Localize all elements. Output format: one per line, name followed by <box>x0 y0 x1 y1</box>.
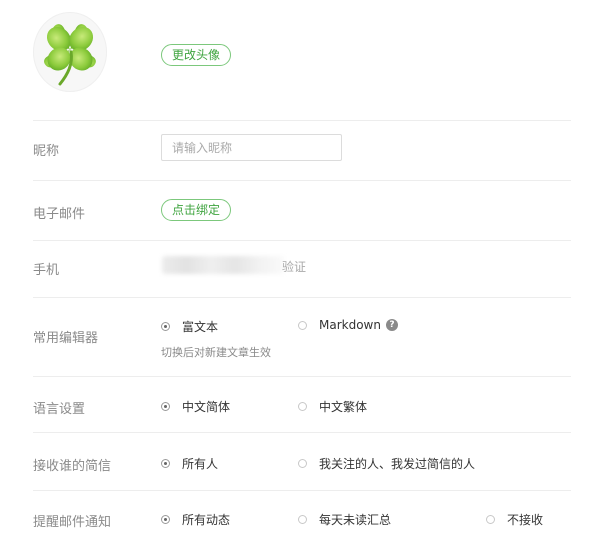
divider <box>33 490 571 491</box>
divider <box>33 240 571 241</box>
messages-label: 接收谁的简信 <box>33 459 112 474</box>
notify-option-none[interactable]: 不接收 <box>486 511 543 528</box>
radio-checked-icon <box>161 402 170 411</box>
editor-option-markdown[interactable]: Markdown ? <box>298 318 398 332</box>
radio-label: 所有动态 <box>182 513 231 527</box>
radio-label: 所有人 <box>182 457 219 471</box>
radio-checked-icon <box>161 515 170 524</box>
radio-label: 中文繁体 <box>319 400 368 414</box>
language-label: 语言设置 <box>33 402 86 417</box>
divider <box>33 180 571 181</box>
clover-icon <box>44 24 96 86</box>
editor-label: 常用编辑器 <box>33 331 99 346</box>
radio-unchecked-icon <box>298 515 307 524</box>
messages-option-everyone[interactable]: 所有人 <box>161 455 218 472</box>
language-option-traditional[interactable]: 中文繁体 <box>298 398 367 415</box>
messages-option-following[interactable]: 我关注的人、我发过简信的人 <box>298 455 475 472</box>
radio-label: 富文本 <box>182 320 219 334</box>
notify-option-daily[interactable]: 每天未读汇总 <box>298 511 391 528</box>
nickname-input[interactable] <box>161 134 342 161</box>
help-icon[interactable]: ? <box>385 319 398 331</box>
editor-option-richtext[interactable]: 富文本 <box>161 318 218 335</box>
phone-verify-text[interactable]: 验证 <box>282 258 306 275</box>
radio-label: 中文简体 <box>182 400 231 414</box>
radio-label: 我关注的人、我发过简信的人 <box>319 457 476 471</box>
notify-label: 提醒邮件通知 <box>33 515 112 530</box>
phone-number-redacted <box>162 256 284 274</box>
avatar <box>33 12 107 92</box>
phone-label: 手机 <box>33 263 60 278</box>
bind-email-button[interactable]: 点击绑定 <box>161 199 232 221</box>
radio-unchecked-icon <box>298 402 307 411</box>
radio-label: 不接收 <box>507 513 544 527</box>
editor-hint: 切换后对新建文章生效 <box>161 346 271 359</box>
radio-unchecked-icon <box>486 515 495 524</box>
radio-unchecked-icon <box>298 459 307 468</box>
language-option-simplified[interactable]: 中文简体 <box>161 398 230 415</box>
notify-option-all[interactable]: 所有动态 <box>161 511 230 528</box>
radio-label: Markdown <box>319 318 381 332</box>
nickname-label: 昵称 <box>33 144 60 159</box>
email-label: 电子邮件 <box>33 207 86 222</box>
radio-label: 每天未读汇总 <box>319 513 392 527</box>
radio-unchecked-icon <box>298 320 307 330</box>
divider <box>33 120 571 121</box>
divider <box>33 376 571 377</box>
change-avatar-button[interactable]: 更改头像 <box>161 44 232 66</box>
radio-checked-icon <box>161 322 170 331</box>
divider <box>33 297 571 298</box>
divider <box>33 432 571 433</box>
radio-checked-icon <box>161 459 170 468</box>
